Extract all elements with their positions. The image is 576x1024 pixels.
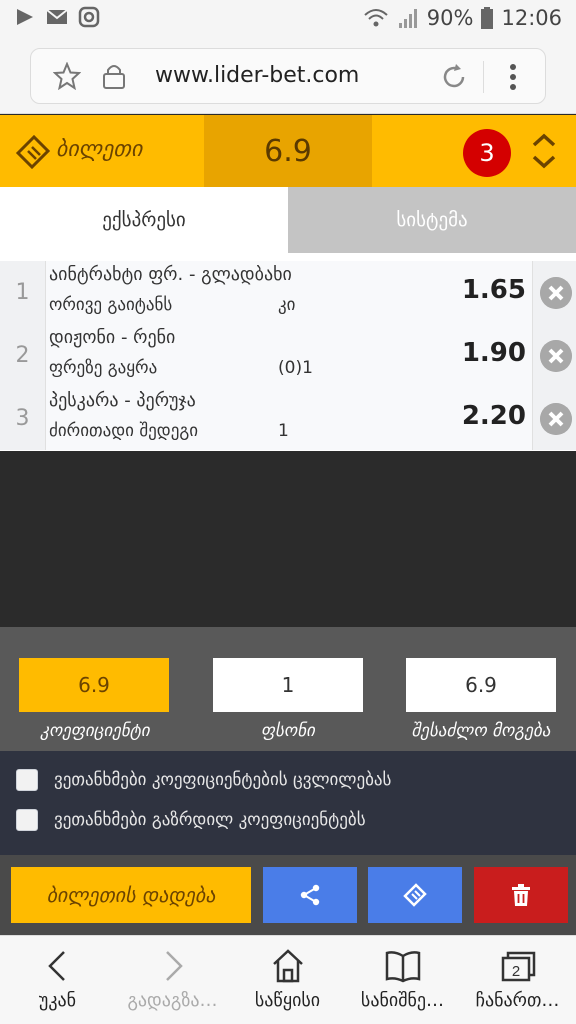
possible-win-value: 6.9	[406, 658, 556, 712]
bet-pick: 1	[278, 421, 289, 441]
bet-odds: 1.90	[461, 338, 526, 368]
wifi-icon	[364, 9, 388, 27]
remove-bet-icon[interactable]	[540, 403, 572, 435]
stake-label: ფსონი	[261, 721, 315, 741]
bet-row: 3 პესკარა - პერუჯა ძირითადი შედეგი 1 2.2…	[0, 387, 576, 450]
bet-odds: 2.20	[461, 401, 526, 431]
nav-back[interactable]: უკან	[0, 936, 115, 1024]
odds-label: კოეფიციენტი	[40, 721, 150, 741]
home-icon	[273, 949, 303, 983]
accept-increased-checkbox[interactable]	[16, 809, 38, 831]
expand-collapse-icon[interactable]	[530, 133, 558, 169]
accept-change-checkbox[interactable]	[16, 769, 38, 791]
bet-odds: 1.65	[461, 275, 526, 305]
bet-pick: (0)1	[278, 358, 313, 378]
bet-number: 2	[0, 324, 46, 387]
nav-forward-label: გადაგზა…	[127, 990, 218, 1011]
ticket-icon	[403, 883, 427, 907]
reload-icon[interactable]	[439, 62, 469, 92]
tabs-icon: 2	[501, 951, 536, 982]
delete-ticket-button[interactable]	[474, 867, 568, 923]
remove-bet-cell	[532, 324, 576, 387]
stake-input[interactable]: 1	[213, 658, 363, 712]
nav-bookmarks[interactable]: სანიშნე…	[345, 936, 460, 1024]
accept-increased-label[interactable]: ვეთანხმები გაზრდილ კოეფიციენტებს	[54, 810, 366, 830]
battery-percent: 90%	[426, 6, 474, 30]
ticket-icon	[15, 135, 50, 169]
nav-tabs-label: ჩანართ…	[475, 990, 560, 1011]
bet-row: 1 აინტრახტი ფრ. - გლადბახი ორივე გაიტანს…	[0, 261, 576, 324]
nav-tabs[interactable]: 2 ჩანართ…	[460, 936, 575, 1024]
bet-match: დიჟონი - რენი	[49, 327, 176, 348]
lock-icon	[103, 65, 125, 89]
nav-forward[interactable]: გადაგზა…	[115, 936, 230, 1024]
bet-count-badge: 3	[463, 129, 511, 177]
bet-market: ძირითადი შედეგი	[49, 421, 199, 441]
bet-type-tabs: ექსპრესი სისტემა	[0, 187, 576, 253]
bet-market: ფრეზე გაყრა	[49, 358, 158, 378]
url-text[interactable]: www.lider-bet.com	[155, 63, 359, 88]
bet-market: ორივე გაიტანს	[49, 295, 173, 315]
bet-number: 1	[0, 261, 46, 324]
bet-match: აინტრახტი ფრ. - გლადბახი	[49, 264, 292, 285]
bet-details: პესკარა - პერუჯა ძირითადი შედეგი 1 2.20	[46, 387, 532, 450]
nav-home[interactable]: საწყისი	[230, 936, 345, 1024]
share-icon	[300, 884, 320, 906]
forward-icon	[166, 951, 183, 981]
ticket-header[interactable]: ბილეთი 6.9 3	[0, 115, 576, 187]
nav-back-label: უკან	[38, 990, 77, 1011]
ticket-title: ბილეთი	[56, 137, 143, 162]
bet-pick: კი	[278, 295, 296, 315]
battery-icon	[481, 7, 494, 29]
remove-bet-icon[interactable]	[540, 277, 572, 309]
accept-change-label[interactable]: ვეთანხმები კოეფიციენტების ცვლილებას	[54, 770, 391, 790]
more-menu-icon[interactable]	[507, 61, 519, 93]
remove-bet-cell	[532, 261, 576, 324]
bet-number: 3	[0, 387, 46, 450]
tab-system[interactable]: სისტემა	[288, 187, 576, 253]
possible-win-label: შესაძლო მოგება	[411, 721, 551, 741]
bet-details: აინტრახტი ფრ. - გლადბახი ორივე გაიტანს კ…	[46, 261, 532, 324]
instagram-icon	[78, 6, 100, 28]
signal-icon	[398, 9, 417, 28]
bet-row: 2 დიჟონი - რენი ფრეზე გაყრა (0)1 1.90	[0, 324, 576, 387]
status-bar: 90% 12:06	[0, 0, 576, 38]
trash-icon	[512, 884, 530, 906]
address-bar[interactable]: www.lider-bet.com	[30, 48, 546, 104]
browser-bottom-nav: უკან გადაგზა… საწყისი სანიშნე… 2 ჩანართ…	[0, 935, 576, 1024]
save-ticket-button[interactable]	[368, 867, 462, 923]
divider	[483, 61, 484, 93]
notification-play-icon	[17, 9, 33, 25]
agreements: ვეთანხმები კოეფიციენტების ცვლილებას ვეთა…	[0, 751, 576, 855]
ticket-summary: 6.9 1 6.9 კოეფიციენტი ფსონი შესაძლო მოგე…	[0, 627, 576, 751]
clock: 12:06	[501, 6, 562, 30]
bet-list: 1 აინტრახტი ფრ. - გლადბახი ორივე გაიტანს…	[0, 261, 576, 451]
empty-area	[0, 451, 576, 627]
remove-bet-icon[interactable]	[540, 340, 572, 372]
odds-value: 6.9	[19, 658, 169, 712]
bookmarks-icon	[385, 951, 421, 983]
ticket-actions: ბილეთის დადება	[0, 855, 576, 935]
bet-details: დიჟონი - რენი ფრეზე გაყრა (0)1 1.90	[46, 324, 532, 387]
total-odds: 6.9	[204, 115, 372, 187]
remove-bet-cell	[532, 387, 576, 450]
page: 90% 12:06 www.lider-bet.com ბილეთი 6.9 3…	[0, 0, 576, 1024]
bet-match: პესკარა - პერუჯა	[49, 390, 196, 411]
nav-bookmarks-label: სანიშნე…	[360, 990, 445, 1011]
tab-express[interactable]: ექსპრესი	[0, 187, 288, 253]
mail-icon	[46, 9, 68, 24]
browser-toolbar: www.lider-bet.com	[0, 38, 576, 114]
svg-text:2: 2	[512, 963, 520, 980]
nav-home-label: საწყისი	[254, 990, 321, 1011]
place-bet-button[interactable]: ბილეთის დადება	[11, 867, 251, 923]
back-icon	[48, 951, 65, 981]
spacer	[0, 253, 576, 261]
share-button[interactable]	[263, 867, 357, 923]
bookmark-star-icon[interactable]	[53, 62, 81, 90]
